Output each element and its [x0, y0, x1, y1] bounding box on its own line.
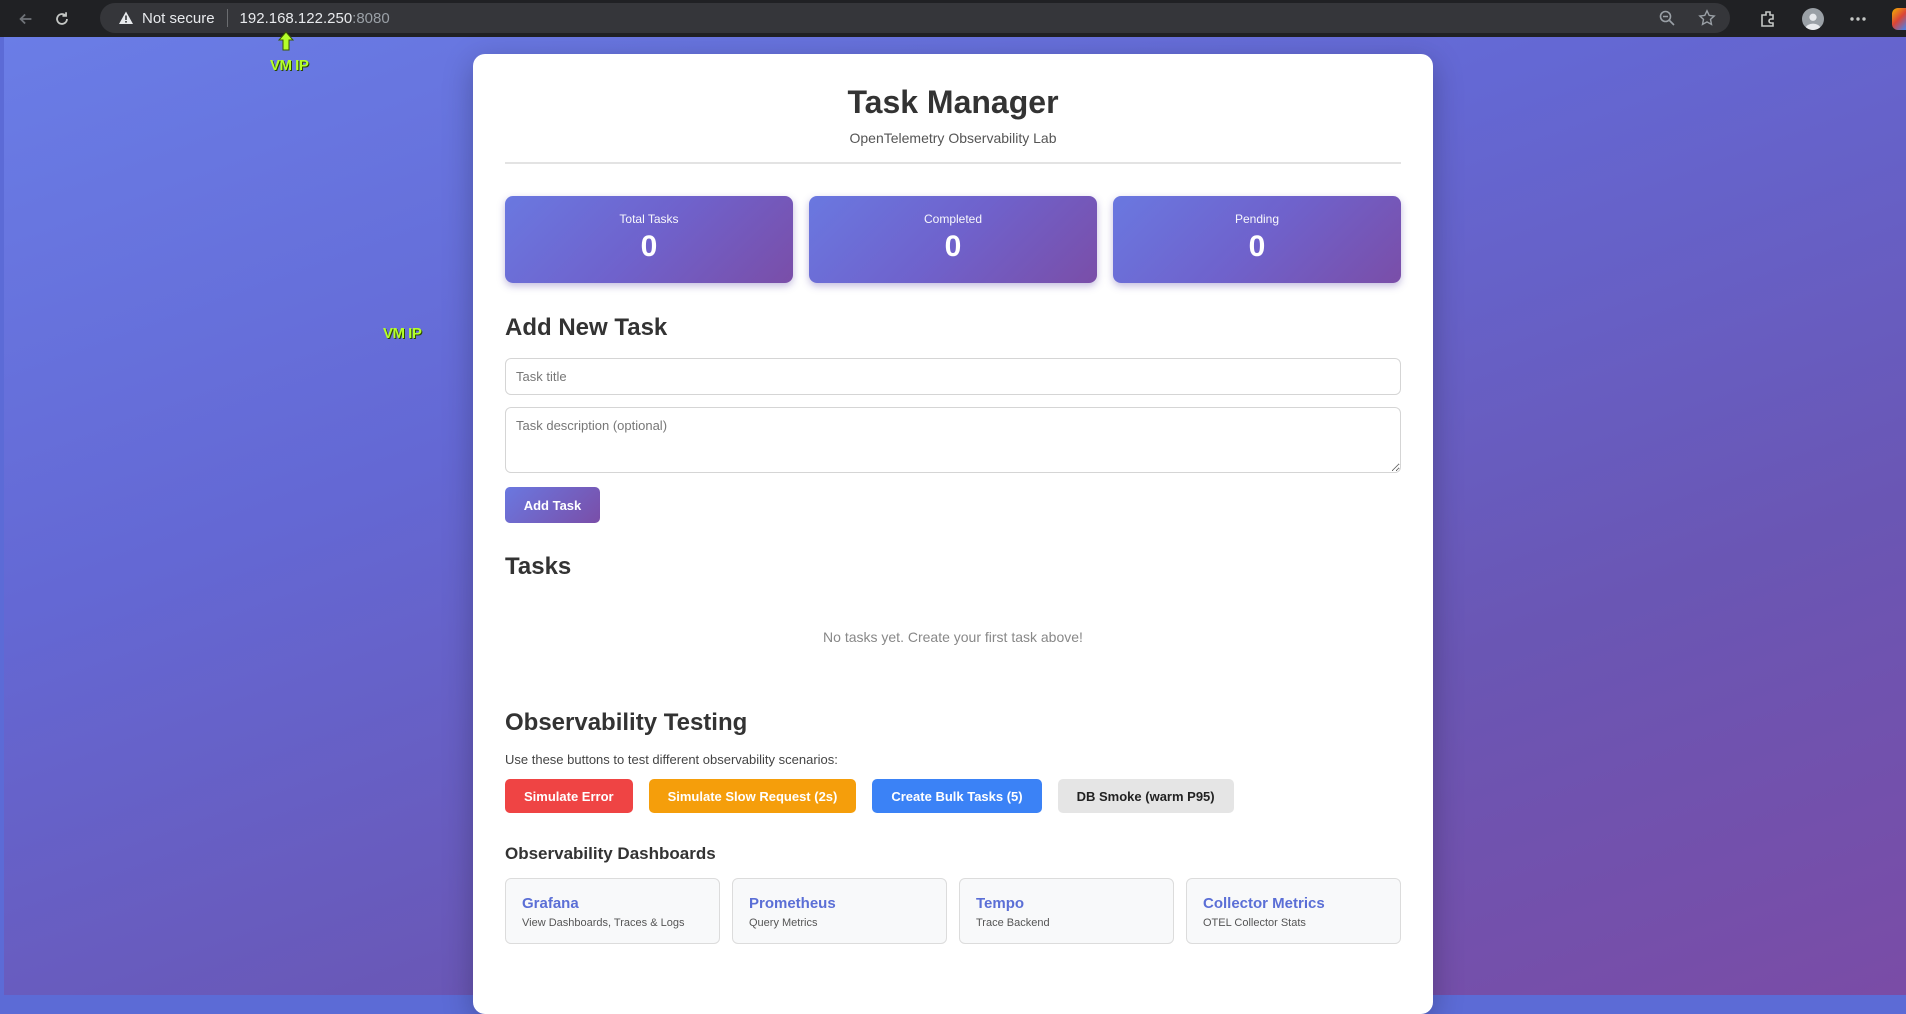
- empty-tasks-message: No tasks yet. Create your first task abo…: [823, 629, 1083, 645]
- stat-card-total: Total Tasks 0: [505, 196, 793, 283]
- warning-icon: [119, 11, 133, 24]
- dashboard-link-grafana[interactable]: Grafana View Dashboards, Traces & Logs: [505, 878, 720, 944]
- stat-label: Total Tasks: [619, 212, 679, 226]
- dashboard-link-prometheus[interactable]: Prometheus Query Metrics: [732, 878, 947, 944]
- annotation-arrow-icon: [277, 31, 295, 51]
- header-divider: [505, 162, 1401, 164]
- add-task-heading: Add New Task: [505, 314, 668, 341]
- dashboards-row: Grafana View Dashboards, Traces & Logs P…: [505, 878, 1401, 944]
- tasks-heading: Tasks: [505, 553, 572, 580]
- simulate-error-button[interactable]: Simulate Error: [505, 779, 633, 813]
- dashboard-description: OTEL Collector Stats: [1203, 917, 1306, 929]
- annotation-vm-ip-side: VM IP: [383, 325, 422, 342]
- dashboard-description: View Dashboards, Traces & Logs: [522, 917, 685, 929]
- stat-label: Pending: [1234, 212, 1280, 226]
- task-title-input[interactable]: [505, 358, 1401, 395]
- security-status[interactable]: Not secure: [142, 10, 215, 27]
- create-bulk-tasks-button[interactable]: Create Bulk Tasks (5): [872, 779, 1042, 813]
- simulate-slow-request-button[interactable]: Simulate Slow Request (2s): [648, 779, 857, 813]
- stat-value: 0: [640, 230, 658, 263]
- url-host: 192.168.122.250: [239, 9, 353, 27]
- dashboard-description: Query Metrics: [749, 917, 818, 929]
- observability-buttons: Simulate Error Simulate Slow Request (2s…: [505, 779, 1401, 813]
- task-description-input[interactable]: [505, 407, 1401, 473]
- person-icon: [1805, 13, 1821, 30]
- task-manager-card: Task Manager OpenTelemetry Observability…: [473, 54, 1433, 1014]
- app-icon[interactable]: [1892, 7, 1906, 30]
- annotation-vm-ip-top: VM IP: [270, 57, 309, 74]
- dashboard-description: Trace Backend: [976, 917, 1050, 929]
- back-button[interactable]: [10, 3, 42, 35]
- observability-heading: Observability Testing: [505, 709, 748, 736]
- dashboard-name: Grafana: [522, 895, 579, 912]
- add-task-button[interactable]: Add Task: [505, 487, 600, 523]
- more-menu-icon[interactable]: [1848, 9, 1868, 29]
- stat-value: 0: [1248, 230, 1266, 263]
- dashboard-link-collector-metrics[interactable]: Collector Metrics OTEL Collector Stats: [1186, 878, 1401, 944]
- zoom-icon[interactable]: [1658, 9, 1676, 27]
- reload-icon: [56, 11, 68, 25]
- dashboard-name: Collector Metrics: [1203, 895, 1325, 912]
- page-subtitle: OpenTelemetry Observability Lab: [849, 130, 1057, 146]
- url-separator: [226, 9, 228, 27]
- stat-card-pending: Pending 0: [1113, 196, 1401, 283]
- dashboards-heading: Observability Dashboards: [505, 844, 716, 863]
- dashboard-name: Tempo: [976, 895, 1025, 912]
- url-port: :8080: [352, 9, 390, 27]
- arrow-left-icon: [19, 13, 32, 24]
- stat-value: 0: [944, 230, 962, 263]
- page-title: Task Manager: [847, 84, 1059, 120]
- observability-description: Use these buttons to test different obse…: [505, 752, 838, 767]
- dashboard-link-tempo[interactable]: Tempo Trace Backend: [959, 878, 1174, 944]
- db-smoke-button[interactable]: DB Smoke (warm P95): [1057, 779, 1234, 813]
- stats-row: Total Tasks 0 Completed 0 Pending 0: [505, 196, 1401, 283]
- bookmark-star-icon[interactable]: [1698, 9, 1716, 27]
- stat-card-completed: Completed 0: [809, 196, 1097, 283]
- stat-label: Completed: [923, 212, 983, 226]
- reload-button[interactable]: [46, 3, 78, 35]
- address-bar[interactable]: Not secure 192.168.122.250:8080: [100, 3, 1730, 33]
- extensions-icon[interactable]: [1758, 9, 1778, 29]
- dashboard-name: Prometheus: [749, 895, 836, 912]
- profile-avatar[interactable]: [1802, 7, 1824, 30]
